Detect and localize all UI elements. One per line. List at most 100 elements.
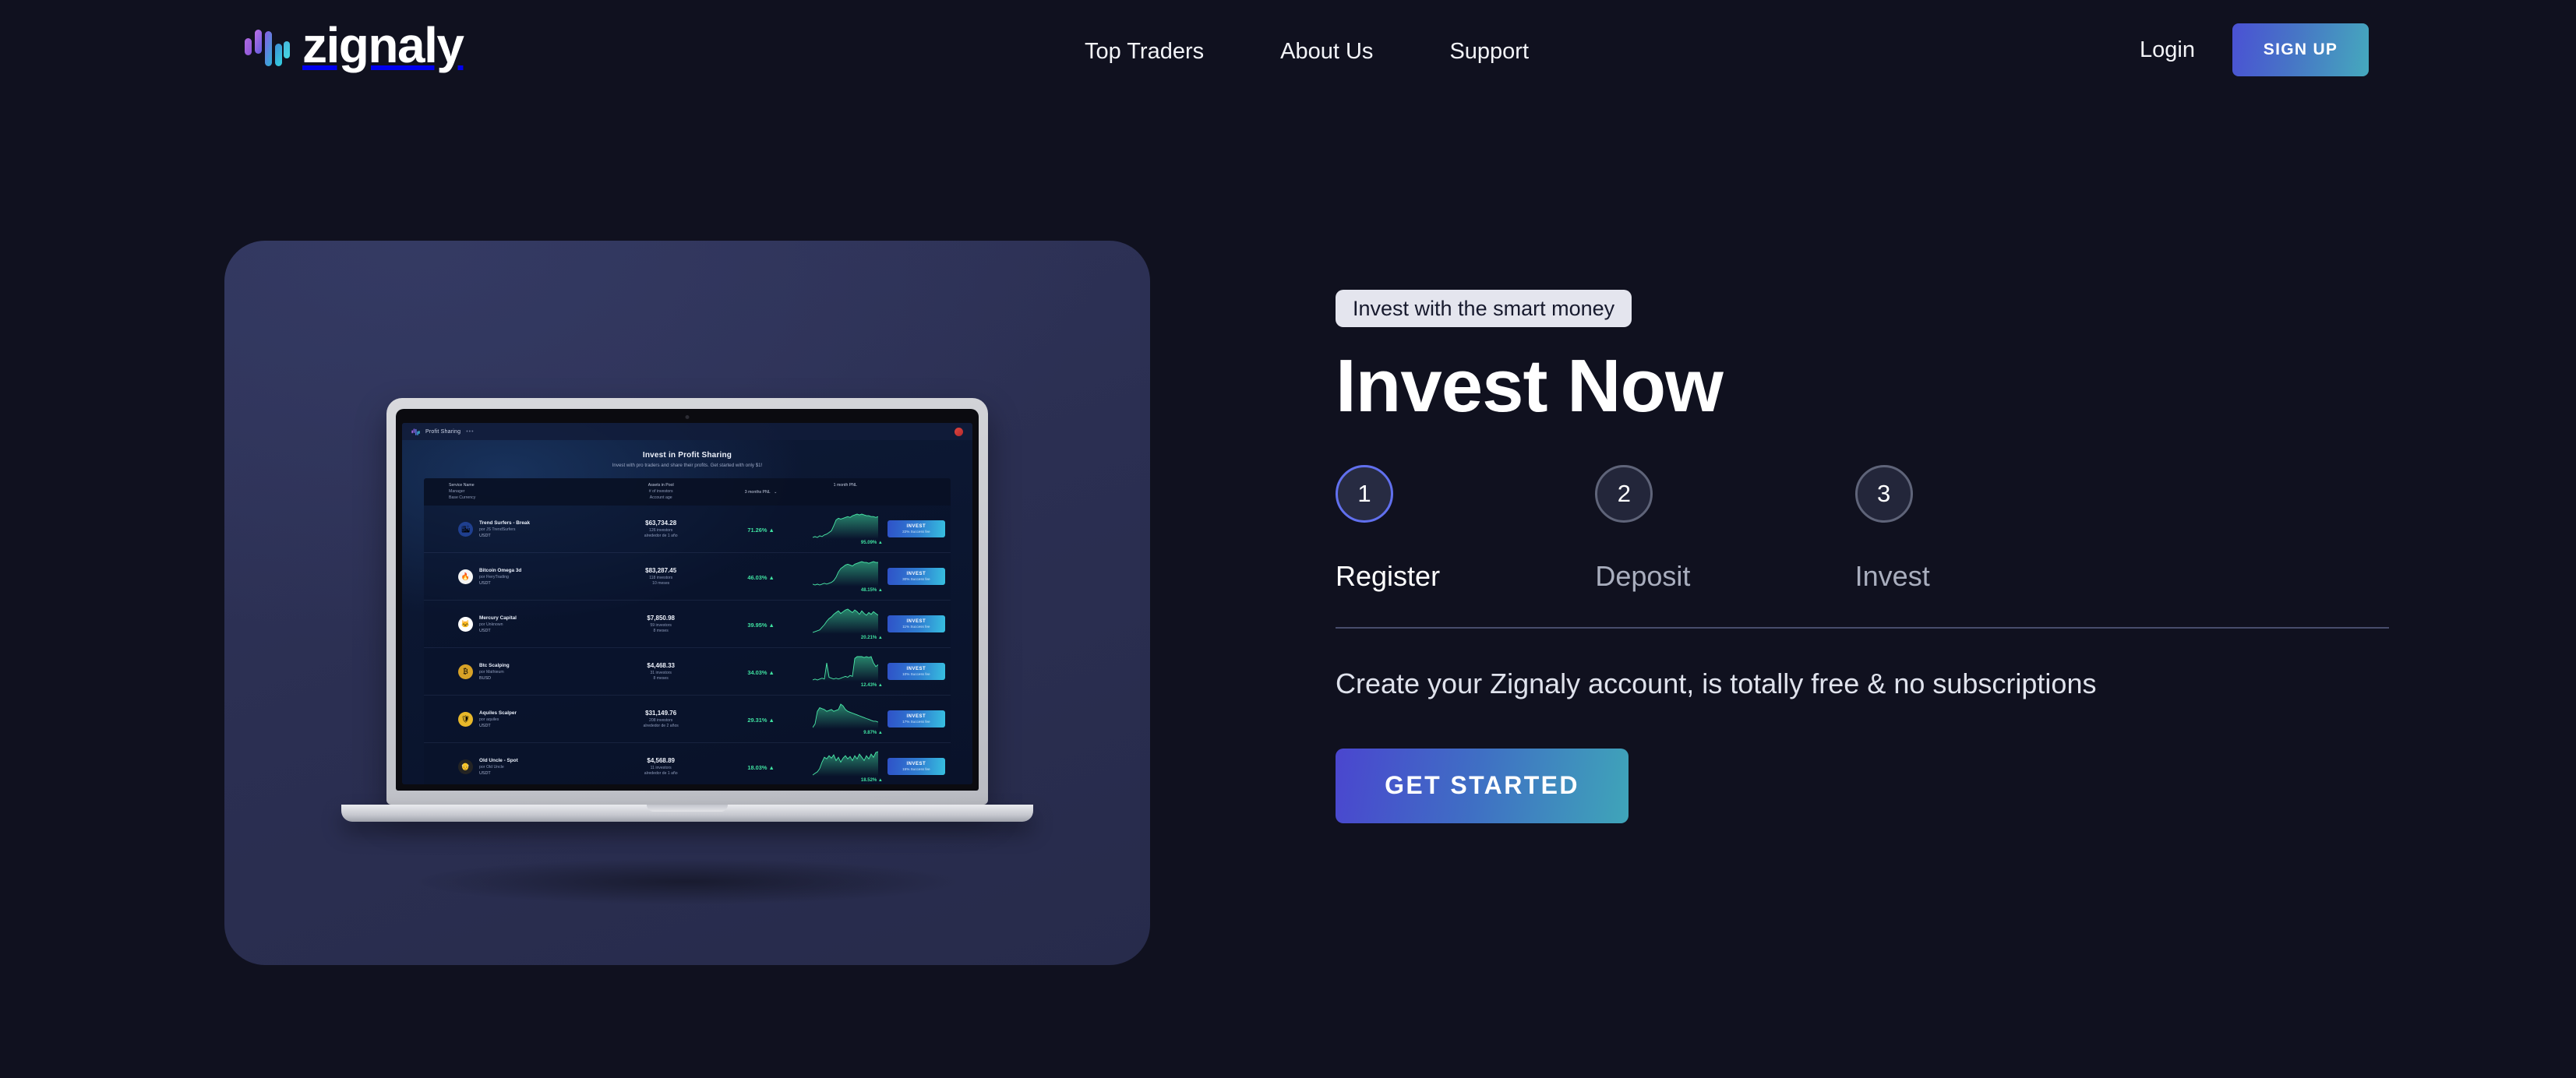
invest-button-label: INVEST [906, 667, 926, 672]
brand-logo[interactable]: zignaly [243, 17, 464, 75]
laptop-bezel: Profit Sharing ••• Invest in Profit Shar… [396, 409, 979, 791]
login-link[interactable]: Login [2140, 37, 2195, 63]
row-service-cell: 🛡 Aquiles Scalper por aquiles USDT [424, 710, 603, 728]
pnl-1m-value: 9.87% ▲ [863, 731, 883, 736]
app-screen: Profit Sharing ••• Invest in Profit Shar… [402, 423, 972, 784]
hero-visual-card: Profit Sharing ••• Invest in Profit Shar… [224, 241, 1150, 965]
account-age: 8 meses [653, 676, 669, 682]
nav-link-support[interactable]: Support [1449, 39, 1529, 65]
pnl-sparkline-chart: 12.43% ▲ [803, 655, 887, 688]
account-age: 8 meses [653, 629, 669, 634]
row-action-cell: INVEST 17% Success fee [887, 710, 951, 728]
step-1-label: Register [1336, 559, 1441, 592]
site-header: zignaly Top Traders About Us Support Log… [0, 0, 2576, 109]
row-assets-cell: $7,850.98 59 investors 8 meses [603, 615, 719, 633]
row-pnl-1m-cell: 20.21% ▲ [803, 608, 887, 640]
table-row[interactable]: 🐱 Mercury Capital por Unknown USDT $7,850.98… [424, 601, 951, 649]
invest-button[interactable]: INVEST 22% Success fee [887, 520, 945, 538]
account-age: alrededor de 1 año [644, 534, 678, 539]
assets-in-pool: $31,149.76 [645, 710, 677, 717]
laptop-shadow [418, 859, 956, 904]
step-3-invest[interactable]: 3 Invest [1854, 464, 2115, 593]
section-divider [1336, 626, 2389, 629]
step-1-register[interactable]: 1 Register [1336, 464, 1595, 593]
zignaly-bars-logo-icon [245, 30, 290, 66]
app-topbar-menu-icon[interactable]: ••• [466, 429, 474, 435]
steps-row: 1 Register 2 Deposit 3 Invest [1336, 464, 2115, 593]
row-pnl-1m-cell: 12.43% ▲ [803, 655, 887, 688]
table-row[interactable]: 🏙 Trend Surfers - Break por JS TrendSurfer… [424, 506, 951, 554]
invest-button[interactable]: INVEST 15% Success fee [887, 758, 945, 776]
laptop-base [341, 805, 1033, 822]
app-heading-block: Invest in Profit Sharing Invest with pro… [402, 451, 972, 468]
row-action-cell: INVEST 15% Success fee [887, 758, 951, 776]
table-row[interactable]: 🔥 Bitcoin Omega 3d por FieryTrading USDT $83… [424, 553, 951, 601]
step-3-circle[interactable]: 3 [1854, 464, 1913, 523]
invest-success-fee: 11% Success fee [902, 625, 930, 629]
invest-success-fee: 22% Success fee [902, 530, 930, 534]
pnl-3m-value: 71.26% ▲ [747, 527, 775, 534]
trader-avatar-icon: 🔥 [458, 569, 473, 584]
pnl-1m-value: 12.43% ▲ [860, 683, 883, 689]
invest-button[interactable]: INVEST 10% Success fee [887, 663, 945, 681]
eyebrow-badge: Invest with the smart money [1336, 290, 1632, 327]
signup-button[interactable]: SIGN UP [2232, 23, 2369, 76]
invest-button-label: INVEST [906, 619, 926, 625]
invest-button[interactable]: INVEST 17% Success fee [887, 710, 945, 728]
column-pnl-1m: 1 month PNL [803, 483, 887, 501]
row-assets-cell: $4,568.89 11 investors alrededor de 1 año [603, 757, 719, 776]
invest-button[interactable]: INVEST 30% Success fee [887, 568, 945, 586]
trader-avatar-icon: 🏙 [458, 521, 473, 537]
row-pnl-3m-cell: 29.31% ▲ [719, 712, 803, 726]
row-pnl-1m-cell: 18.52% ▲ [803, 750, 887, 783]
invest-button[interactable]: INVEST 11% Success fee [887, 615, 945, 633]
column-pnl-3m[interactable]: 3 months PNL ⌄ [719, 483, 803, 501]
pnl-3m-value: 46.03% ▲ [747, 574, 775, 582]
app-user-avatar-icon[interactable] [955, 427, 963, 436]
row-service-cell: 👴 Old Uncle - Spot por Old Uncle USDT [424, 758, 603, 776]
nav-link-top-traders[interactable]: Top Traders [1085, 39, 1204, 65]
step-2-label: Deposit [1595, 559, 1691, 592]
step-3-label: Invest [1854, 559, 1930, 592]
account-age: 10 meses [652, 581, 670, 587]
invest-button-label: INVEST [906, 762, 926, 767]
page-title: Invest Now [1336, 344, 1724, 428]
row-assets-cell: $63,734.28 126 investors alrededor de 1 añ… [603, 520, 719, 538]
table-row[interactable]: 🛡 Aquiles Scalper por aquiles USDT $31,149.7… [424, 696, 951, 744]
app-topbar: Profit Sharing ••• [402, 423, 972, 440]
row-pnl-3m-cell: 71.26% ▲ [719, 522, 803, 536]
invest-button-label: INVEST [906, 524, 926, 530]
pnl-1m-value: 18.52% ▲ [860, 778, 883, 784]
column-assets: Assets in Pool # of investors Account ag… [603, 483, 719, 501]
row-pnl-3m-cell: 18.03% ▲ [719, 759, 803, 773]
trader-currency: USDT [479, 533, 491, 538]
row-action-cell: INVEST 22% Success fee [887, 520, 951, 538]
brand-name: zignaly [302, 17, 464, 73]
column-assets-investors: # of investors [648, 488, 673, 494]
pnl-sparkline-chart: 9.87% ▲ [803, 703, 887, 735]
table-row[interactable]: 👴 Old Uncle - Spot por Old Uncle USDT $4,568… [424, 743, 951, 784]
trader-currency: USDT [479, 723, 491, 728]
hero-description: Create your Zignaly account, is totally … [1336, 667, 2097, 699]
step-2-deposit[interactable]: 2 Deposit [1595, 464, 1854, 593]
invest-button-label: INVEST [906, 572, 926, 577]
row-action-cell: INVEST 11% Success fee [887, 615, 951, 633]
table-row[interactable]: ₿ Btc Scalping por Mathieum BUSD $4,468.33 31… [424, 648, 951, 696]
step-1-circle[interactable]: 1 [1336, 464, 1393, 523]
sort-chevron-down-icon[interactable]: ⌄ [774, 490, 777, 495]
hero-content: Invest with the smart money Invest Now 1… [1336, 290, 2395, 823]
trader-manager: por FieryTrading [479, 574, 509, 580]
column-pnl-1m-label: 1 month PNL [833, 483, 857, 488]
column-action [887, 483, 951, 501]
get-started-button[interactable]: GET STARTED [1336, 748, 1629, 823]
pnl-sparkline-chart: 48.15% ▲ [803, 560, 887, 593]
nav-link-about-us[interactable]: About Us [1280, 39, 1373, 65]
row-pnl-1m-cell: 9.87% ▲ [803, 703, 887, 735]
investor-count: 31 investors [650, 671, 672, 676]
row-pnl-1m-cell: 48.15% ▲ [803, 560, 887, 593]
invest-success-fee: 15% Success fee [902, 767, 930, 772]
pnl-1m-value: 20.21% ▲ [860, 636, 883, 641]
row-service-cell: 🔥 Bitcoin Omega 3d por FieryTrading USDT [424, 568, 603, 586]
row-service-cell: 🏙 Trend Surfers - Break por JS TrendSurfer… [424, 520, 603, 538]
step-2-circle[interactable]: 2 [1595, 464, 1653, 523]
